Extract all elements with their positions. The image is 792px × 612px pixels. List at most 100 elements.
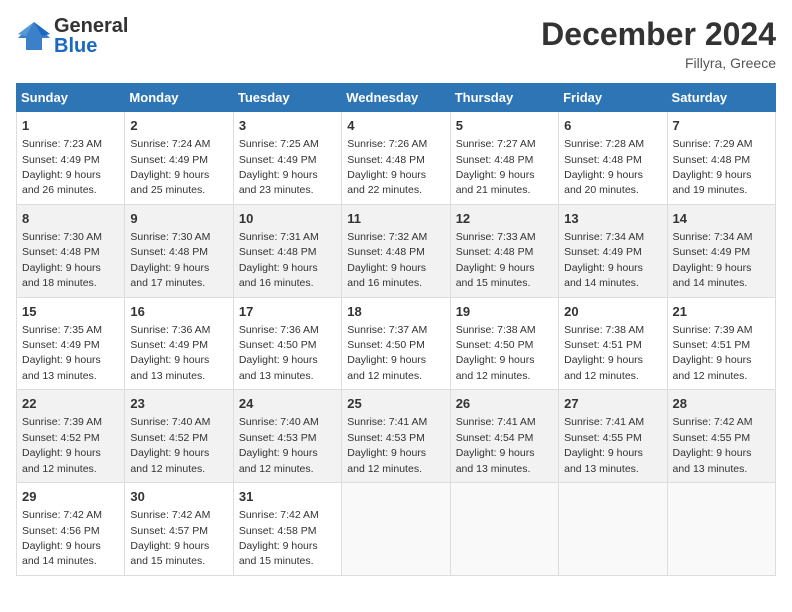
day-info: Sunrise: 7:36 AMSunset: 4:50 PMDaylight:…: [239, 324, 319, 382]
day-info: Sunrise: 7:38 AMSunset: 4:50 PMDaylight:…: [456, 324, 536, 382]
day-info: Sunrise: 7:34 AMSunset: 4:49 PMDaylight:…: [564, 231, 644, 289]
calendar-cell: 30 Sunrise: 7:42 AMSunset: 4:57 PMDaylig…: [125, 483, 233, 576]
day-info: Sunrise: 7:25 AMSunset: 4:49 PMDaylight:…: [239, 138, 319, 196]
location: Fillyra, Greece: [541, 55, 776, 71]
day-info: Sunrise: 7:30 AMSunset: 4:48 PMDaylight:…: [22, 231, 102, 289]
calendar-cell: 21 Sunrise: 7:39 AMSunset: 4:51 PMDaylig…: [667, 297, 775, 390]
calendar-cell: 1 Sunrise: 7:23 AMSunset: 4:49 PMDayligh…: [17, 112, 125, 205]
calendar-cell: 22 Sunrise: 7:39 AMSunset: 4:52 PMDaylig…: [17, 390, 125, 483]
calendar-week-2: 8 Sunrise: 7:30 AMSunset: 4:48 PMDayligh…: [17, 204, 776, 297]
calendar-cell: [342, 483, 450, 576]
day-number: 5: [456, 117, 553, 135]
calendar-cell: 16 Sunrise: 7:36 AMSunset: 4:49 PMDaylig…: [125, 297, 233, 390]
calendar-cell: [450, 483, 558, 576]
day-number: 10: [239, 210, 336, 228]
day-info: Sunrise: 7:38 AMSunset: 4:51 PMDaylight:…: [564, 324, 644, 382]
bird-icon: [16, 18, 52, 54]
calendar-cell: 29 Sunrise: 7:42 AMSunset: 4:56 PMDaylig…: [17, 483, 125, 576]
day-info: Sunrise: 7:24 AMSunset: 4:49 PMDaylight:…: [130, 138, 210, 196]
day-info: Sunrise: 7:26 AMSunset: 4:48 PMDaylight:…: [347, 138, 427, 196]
logo: General Blue: [16, 16, 128, 56]
calendar-cell: [667, 483, 775, 576]
calendar-cell: 23 Sunrise: 7:40 AMSunset: 4:52 PMDaylig…: [125, 390, 233, 483]
day-number: 12: [456, 210, 553, 228]
calendar-cell: 8 Sunrise: 7:30 AMSunset: 4:48 PMDayligh…: [17, 204, 125, 297]
day-number: 2: [130, 117, 227, 135]
day-number: 24: [239, 395, 336, 413]
weekday-header-wednesday: Wednesday: [342, 84, 450, 112]
day-info: Sunrise: 7:37 AMSunset: 4:50 PMDaylight:…: [347, 324, 427, 382]
day-info: Sunrise: 7:30 AMSunset: 4:48 PMDaylight:…: [130, 231, 210, 289]
day-number: 26: [456, 395, 553, 413]
day-info: Sunrise: 7:41 AMSunset: 4:55 PMDaylight:…: [564, 416, 644, 474]
day-number: 20: [564, 303, 661, 321]
logo-general-text: General: [54, 16, 128, 36]
calendar-cell: 12 Sunrise: 7:33 AMSunset: 4:48 PMDaylig…: [450, 204, 558, 297]
calendar-cell: 9 Sunrise: 7:30 AMSunset: 4:48 PMDayligh…: [125, 204, 233, 297]
day-number: 7: [673, 117, 770, 135]
day-number: 27: [564, 395, 661, 413]
calendar-cell: 19 Sunrise: 7:38 AMSunset: 4:50 PMDaylig…: [450, 297, 558, 390]
calendar-week-5: 29 Sunrise: 7:42 AMSunset: 4:56 PMDaylig…: [17, 483, 776, 576]
weekday-header-monday: Monday: [125, 84, 233, 112]
calendar-cell: 14 Sunrise: 7:34 AMSunset: 4:49 PMDaylig…: [667, 204, 775, 297]
day-number: 11: [347, 210, 444, 228]
day-number: 17: [239, 303, 336, 321]
calendar-cell: 18 Sunrise: 7:37 AMSunset: 4:50 PMDaylig…: [342, 297, 450, 390]
calendar-week-3: 15 Sunrise: 7:35 AMSunset: 4:49 PMDaylig…: [17, 297, 776, 390]
day-number: 28: [673, 395, 770, 413]
day-number: 18: [347, 303, 444, 321]
day-number: 8: [22, 210, 119, 228]
calendar-cell: 24 Sunrise: 7:40 AMSunset: 4:53 PMDaylig…: [233, 390, 341, 483]
day-info: Sunrise: 7:42 AMSunset: 4:56 PMDaylight:…: [22, 509, 102, 567]
day-number: 22: [22, 395, 119, 413]
day-info: Sunrise: 7:32 AMSunset: 4:48 PMDaylight:…: [347, 231, 427, 289]
calendar-cell: 17 Sunrise: 7:36 AMSunset: 4:50 PMDaylig…: [233, 297, 341, 390]
calendar-cell: 20 Sunrise: 7:38 AMSunset: 4:51 PMDaylig…: [559, 297, 667, 390]
day-info: Sunrise: 7:23 AMSunset: 4:49 PMDaylight:…: [22, 138, 102, 196]
calendar-table: SundayMondayTuesdayWednesdayThursdayFrid…: [16, 83, 776, 576]
calendar-cell: 5 Sunrise: 7:27 AMSunset: 4:48 PMDayligh…: [450, 112, 558, 205]
day-info: Sunrise: 7:33 AMSunset: 4:48 PMDaylight:…: [456, 231, 536, 289]
weekday-header-sunday: Sunday: [17, 84, 125, 112]
day-number: 13: [564, 210, 661, 228]
day-number: 14: [673, 210, 770, 228]
calendar-cell: 31 Sunrise: 7:42 AMSunset: 4:58 PMDaylig…: [233, 483, 341, 576]
calendar-cell: 26 Sunrise: 7:41 AMSunset: 4:54 PMDaylig…: [450, 390, 558, 483]
day-info: Sunrise: 7:42 AMSunset: 4:58 PMDaylight:…: [239, 509, 319, 567]
month-title: December 2024: [541, 16, 776, 53]
weekday-header-thursday: Thursday: [450, 84, 558, 112]
calendar-week-1: 1 Sunrise: 7:23 AMSunset: 4:49 PMDayligh…: [17, 112, 776, 205]
day-number: 6: [564, 117, 661, 135]
day-info: Sunrise: 7:31 AMSunset: 4:48 PMDaylight:…: [239, 231, 319, 289]
calendar-cell: 27 Sunrise: 7:41 AMSunset: 4:55 PMDaylig…: [559, 390, 667, 483]
day-number: 16: [130, 303, 227, 321]
weekday-header-tuesday: Tuesday: [233, 84, 341, 112]
day-number: 29: [22, 488, 119, 506]
calendar-cell: 4 Sunrise: 7:26 AMSunset: 4:48 PMDayligh…: [342, 112, 450, 205]
logo-name: General Blue: [54, 16, 128, 56]
day-number: 1: [22, 117, 119, 135]
day-info: Sunrise: 7:27 AMSunset: 4:48 PMDaylight:…: [456, 138, 536, 196]
day-info: Sunrise: 7:42 AMSunset: 4:57 PMDaylight:…: [130, 509, 210, 567]
calendar-cell: 13 Sunrise: 7:34 AMSunset: 4:49 PMDaylig…: [559, 204, 667, 297]
calendar-cell: 28 Sunrise: 7:42 AMSunset: 4:55 PMDaylig…: [667, 390, 775, 483]
title-block: December 2024 Fillyra, Greece: [541, 16, 776, 71]
weekday-header-saturday: Saturday: [667, 84, 775, 112]
day-info: Sunrise: 7:41 AMSunset: 4:53 PMDaylight:…: [347, 416, 427, 474]
calendar-cell: 6 Sunrise: 7:28 AMSunset: 4:48 PMDayligh…: [559, 112, 667, 205]
day-info: Sunrise: 7:35 AMSunset: 4:49 PMDaylight:…: [22, 324, 102, 382]
day-number: 4: [347, 117, 444, 135]
day-number: 23: [130, 395, 227, 413]
calendar-week-4: 22 Sunrise: 7:39 AMSunset: 4:52 PMDaylig…: [17, 390, 776, 483]
day-number: 30: [130, 488, 227, 506]
day-info: Sunrise: 7:41 AMSunset: 4:54 PMDaylight:…: [456, 416, 536, 474]
day-info: Sunrise: 7:40 AMSunset: 4:52 PMDaylight:…: [130, 416, 210, 474]
day-info: Sunrise: 7:39 AMSunset: 4:52 PMDaylight:…: [22, 416, 102, 474]
calendar-cell: 10 Sunrise: 7:31 AMSunset: 4:48 PMDaylig…: [233, 204, 341, 297]
calendar-cell: [559, 483, 667, 576]
day-number: 21: [673, 303, 770, 321]
calendar-cell: 7 Sunrise: 7:29 AMSunset: 4:48 PMDayligh…: [667, 112, 775, 205]
day-info: Sunrise: 7:40 AMSunset: 4:53 PMDaylight:…: [239, 416, 319, 474]
calendar-cell: 3 Sunrise: 7:25 AMSunset: 4:49 PMDayligh…: [233, 112, 341, 205]
